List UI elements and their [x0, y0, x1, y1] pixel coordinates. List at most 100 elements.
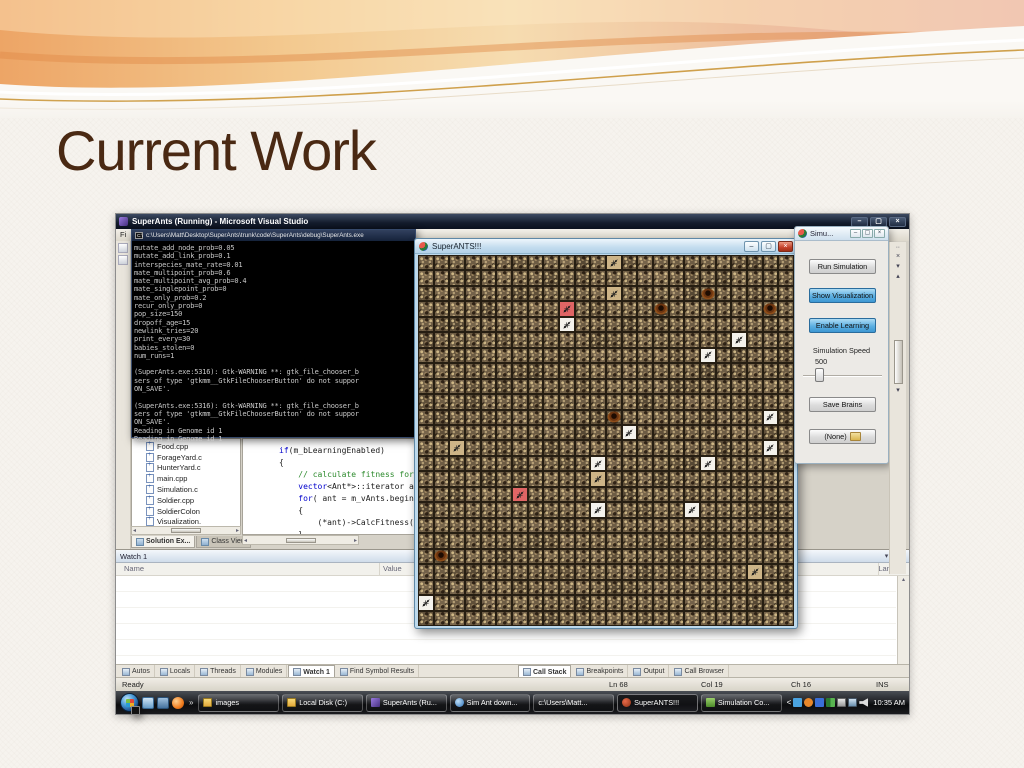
grid-cell	[449, 595, 465, 611]
tray-sync-icon[interactable]	[826, 698, 836, 707]
close-icon[interactable]: ×	[890, 253, 906, 260]
column-value[interactable]: Value	[383, 564, 402, 573]
grid-cell	[715, 502, 732, 518]
watch-title: Watch 1	[120, 551, 148, 561]
grid-cell	[621, 471, 638, 487]
anthill	[654, 303, 668, 315]
solution-tree-item[interactable]: Soldier.cpp	[146, 495, 240, 506]
grid-cell	[527, 486, 544, 503]
server-explorer-icon[interactable]	[118, 255, 128, 265]
close-icon[interactable]	[889, 216, 906, 227]
vs-titlebar[interactable]: SuperAnts (Running) - Microsoft Visual S…	[116, 214, 909, 229]
taskbar-button-sim-ant-down-[interactable]: Sim Ant down...	[449, 693, 531, 712]
minimize-icon[interactable]	[850, 229, 861, 238]
grid-cell	[606, 548, 622, 565]
maximize-icon[interactable]	[862, 229, 873, 238]
column-name[interactable]: Name	[124, 564, 144, 573]
solution-tree-item[interactable]: main.cpp	[146, 473, 240, 484]
anthill-cell	[762, 301, 779, 317]
save-brains-button[interactable]: Save Brains	[809, 397, 876, 412]
grid-cell	[606, 595, 622, 611]
grid-cell	[778, 316, 794, 333]
minimize-icon[interactable]	[851, 216, 868, 227]
grid-cell	[778, 471, 794, 487]
menu-file-partial[interactable]: Fi	[120, 230, 126, 239]
quicklaunch-overflow[interactable]: »	[189, 698, 193, 707]
grid-cell	[433, 610, 450, 626]
solution-hscrollbar[interactable]: ◂ ▸	[131, 526, 241, 535]
tray-security-icon[interactable]	[815, 698, 825, 707]
chevron-down-icon[interactable]: ▾	[890, 262, 906, 270]
tab-solution-ex-[interactable]: Solution Ex...	[131, 536, 196, 548]
grid-cell	[747, 517, 763, 534]
maximize-icon[interactable]	[761, 240, 776, 252]
scroll-up-icon[interactable]: ▴	[890, 272, 906, 280]
minimize-icon[interactable]	[744, 240, 759, 252]
scroll-right-icon[interactable]: ▸	[354, 537, 357, 544]
superants-window: SuperANTS!!!	[414, 238, 798, 629]
scroll-thumb[interactable]	[171, 528, 201, 533]
grid-cell	[449, 332, 465, 348]
taskbar-button-local-disk-c-[interactable]: Local Disk (C:)	[282, 693, 363, 712]
solution-tree-item[interactable]: ForageYard.c	[146, 452, 240, 463]
grid-cell	[653, 440, 669, 456]
taskbar-button-simulation-co-[interactable]: Simulation Co...	[700, 693, 782, 712]
scroll-thumb[interactable]	[285, 537, 316, 543]
scroll-right-icon[interactable]: ▸	[236, 527, 239, 534]
grid-cell	[715, 564, 732, 580]
grid-cell	[731, 579, 747, 596]
firefox-icon[interactable]	[172, 696, 184, 709]
volume-icon[interactable]	[859, 698, 869, 707]
grid-cell	[590, 255, 606, 271]
network-icon[interactable]	[848, 698, 858, 707]
tray-app-icon[interactable]	[804, 698, 814, 707]
close-icon[interactable]	[778, 240, 793, 252]
grid-cell	[606, 486, 622, 503]
taskbar-button-c-users-matt-[interactable]: c:\Users\Matt...	[131, 693, 615, 715]
grid-cell	[512, 517, 528, 534]
console-line: Reading in Genome id 1	[134, 434, 223, 443]
scroll-thumb[interactable]	[893, 340, 903, 384]
editor-hscrollbar[interactable]: ◂ ▸	[242, 535, 359, 545]
chevron-down-icon[interactable]: ▾	[885, 552, 889, 560]
solution-tree-item[interactable]: SoldierColon	[146, 506, 240, 517]
speed-slider-thumb[interactable]	[815, 368, 824, 382]
tab-label: Class View	[211, 538, 246, 545]
grid-cell	[480, 533, 497, 549]
taskbar-button-images[interactable]: images	[198, 693, 280, 712]
taskbar-button-superants-[interactable]: SuperANTS!!!	[617, 693, 698, 712]
grid-cell	[762, 533, 779, 549]
tray-update-icon[interactable]	[793, 698, 803, 707]
code-editor-text[interactable]: if(m_bLearningEnabled) { // calculate fit…	[279, 445, 424, 534]
console-titlebar[interactable]: c:\Users\Matt\Desktop\SuperAnts\trunk\co…	[132, 230, 415, 241]
grid-cell	[653, 394, 669, 410]
switch-windows-icon[interactable]	[157, 696, 169, 709]
ant-icon	[688, 506, 696, 514]
superants-titlebar[interactable]: SuperANTS!!!	[415, 239, 797, 254]
run-simulation-button[interactable]: Run Simulation	[809, 259, 876, 274]
grid-cell	[480, 595, 497, 611]
scroll-down-icon[interactable]: ▾	[890, 386, 906, 394]
grid-cell	[449, 533, 465, 549]
solution-tree-item[interactable]: HunterYard.c	[146, 462, 240, 474]
grid-cell	[465, 595, 481, 611]
solution-tree-item[interactable]: Simulation.c	[146, 484, 240, 495]
watch-vscrollbar[interactable]: ▴	[897, 576, 909, 664]
grid-cell	[465, 440, 481, 456]
scroll-left-icon[interactable]: ◂	[244, 537, 247, 544]
panel-titlebar[interactable]: Simu...	[795, 227, 888, 241]
cpp-file-icon	[146, 462, 154, 473]
show-desktop-icon[interactable]	[142, 696, 154, 709]
show-visualization-button[interactable]: Show Visualization	[809, 288, 876, 303]
grid-cell	[527, 285, 544, 302]
toolbox-icon[interactable]	[118, 243, 128, 253]
enable-learning-button[interactable]: Enable Learning	[809, 318, 876, 333]
taskbar-button-superants-ru-[interactable]: SuperAnts (Ru...	[365, 693, 447, 712]
scroll-left-icon[interactable]: ◂	[133, 527, 136, 534]
close-icon[interactable]	[874, 229, 885, 238]
tray-chevron[interactable]: <	[787, 698, 792, 707]
brain-file-chooser-button[interactable]: (None)	[809, 429, 876, 444]
battery-icon[interactable]	[837, 698, 847, 707]
maximize-icon[interactable]	[870, 216, 887, 227]
